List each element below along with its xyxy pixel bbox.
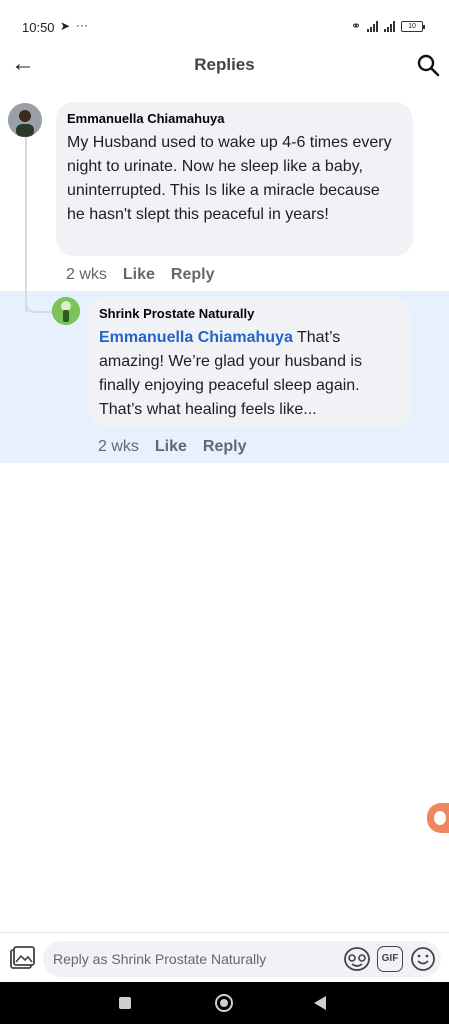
- gif-icon[interactable]: GIF: [377, 946, 403, 972]
- status-indicators: ⚭ 10: [350, 19, 425, 33]
- signal-4g-icon: [384, 20, 395, 32]
- page-avatar-icon: [52, 297, 80, 325]
- reply-composer: GIF: [0, 932, 449, 982]
- mention-link[interactable]: Emmanuella Chiamahuya: [99, 329, 293, 346]
- thread-connector: [25, 295, 53, 313]
- reply-text: Emmanuella Chiamahuya That’s amazing! We…: [99, 326, 399, 422]
- status-dots: ···: [76, 18, 88, 32]
- comment-author[interactable]: Emmanuella Chiamahuya: [67, 111, 401, 127]
- photo-icon[interactable]: [8, 945, 36, 973]
- android-nav-bar: [0, 982, 449, 1024]
- floating-bubble-icon[interactable]: [427, 803, 449, 833]
- reply-button[interactable]: Reply: [203, 438, 247, 456]
- person-avatar-icon: [8, 103, 42, 137]
- header: ← Replies: [0, 48, 449, 84]
- search-icon[interactable]: [415, 52, 441, 78]
- comment-actions: 2 wks Like Reply: [66, 266, 215, 284]
- page-title: Replies: [194, 55, 255, 74]
- reply-bubble: Shrink Prostate Naturally Emmanuella Chi…: [88, 297, 411, 427]
- comment-text: My Husband used to wake up 4-6 times eve…: [67, 134, 392, 223]
- emoji-icon[interactable]: [410, 946, 436, 972]
- reply-button[interactable]: Reply: [171, 266, 215, 284]
- sticker-icon[interactable]: [343, 946, 371, 972]
- link-icon: ⚭: [350, 19, 361, 33]
- reply-time: 2 wks: [98, 438, 139, 455]
- avatar[interactable]: [8, 103, 42, 137]
- battery-icon: 10: [401, 20, 425, 32]
- like-button[interactable]: Like: [155, 438, 187, 456]
- status-time: 10:50: [22, 20, 55, 35]
- like-button[interactable]: Like: [123, 266, 155, 284]
- comment-bubble: Emmanuella Chiamahuya My Husband used to…: [56, 102, 413, 256]
- reply-author[interactable]: Shrink Prostate Naturally: [99, 306, 399, 322]
- telegram-send-icon: ➤: [60, 19, 71, 33]
- avatar[interactable]: [52, 297, 80, 325]
- signal-icon: [367, 20, 378, 32]
- comment-time: 2 wks: [66, 266, 107, 283]
- thread-line: [25, 135, 27, 312]
- reply-actions: 2 wks Like Reply: [98, 438, 247, 456]
- recent-apps-icon[interactable]: [119, 997, 131, 1009]
- home-icon[interactable]: [215, 994, 233, 1012]
- back-icon[interactable]: [314, 996, 326, 1010]
- status-bar: 10:50 ➤ ··· ⚭ 10: [0, 0, 449, 48]
